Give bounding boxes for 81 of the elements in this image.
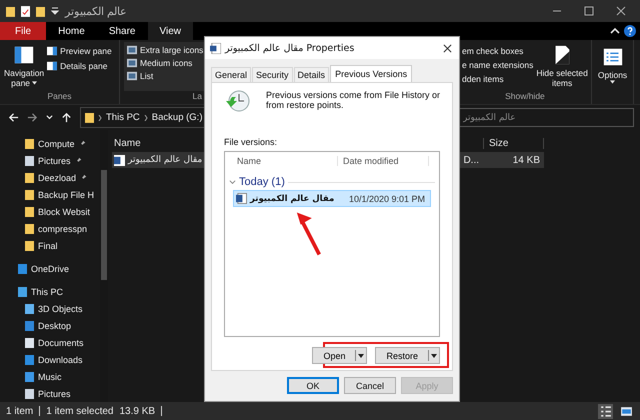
sidebar-item[interactable]: Backup File H: [0, 186, 100, 203]
folder-icon: [25, 138, 34, 148]
recent-dropdown-icon[interactable]: [46, 114, 53, 121]
sidebar-item[interactable]: Final: [0, 237, 100, 254]
close-icon[interactable]: [616, 6, 626, 16]
status-text: 1 item selected: [46, 406, 114, 416]
layout-option[interactable]: List: [127, 71, 206, 81]
column-header[interactable]: Date modified: [338, 156, 429, 166]
pane-button[interactable]: Details pane: [47, 61, 112, 71]
pane-icon: [47, 61, 58, 71]
details-view-icon[interactable]: [598, 404, 613, 418]
hide-selected-button[interactable]: Hide selected items: [536, 42, 588, 91]
dialog-tab[interactable]: Previous Versions: [330, 65, 412, 82]
pane-icon: [47, 46, 58, 56]
group-label: Show/hide: [504, 91, 546, 103]
dropdown-icon[interactable]: [51, 7, 59, 15]
sidebar-item[interactable]: Music: [0, 368, 100, 385]
group-label: Panes: [46, 91, 73, 103]
pane-button[interactable]: Preview pane: [47, 46, 112, 56]
ribbon-tab[interactable]: View: [148, 22, 193, 40]
versions-label: File versions:: [224, 137, 278, 147]
pin-icon: [78, 140, 86, 147]
column-header[interactable]: Name: [112, 138, 141, 148]
dialog-title: مقال عالم الكمبيوتر Properties: [225, 42, 354, 54]
group-label: La: [192, 91, 203, 103]
sidebar-item[interactable]: This PC: [0, 283, 100, 300]
dialog-tab[interactable]: Details: [294, 67, 330, 82]
split-button[interactable]: Open: [312, 347, 368, 364]
show-hide-option[interactable]: em check boxes: [462, 46, 534, 56]
caret-icon: [32, 81, 38, 85]
sidebar-item[interactable]: Pictures: [0, 152, 100, 169]
show-hide-option[interactable]: dden items: [462, 74, 534, 84]
ribbon-tab[interactable]: File: [0, 22, 46, 40]
folder-icon[interactable]: [36, 6, 45, 16]
notepad-icon[interactable]: [21, 6, 30, 16]
folder-icon[interactable]: [6, 6, 15, 16]
column-header[interactable]: Name: [225, 156, 338, 166]
sidebar-item[interactable]: OneDrive: [0, 260, 100, 277]
sidebar-item[interactable]: Downloads: [0, 351, 100, 368]
show-hide-option[interactable]: e name extensions: [462, 60, 534, 70]
group-header[interactable]: Today (1): [239, 176, 285, 188]
sidebar-item[interactable]: compresspn: [0, 220, 100, 237]
back-icon[interactable]: [8, 112, 19, 123]
options-button[interactable]: Options: [598, 44, 628, 84]
chevron-icon[interactable]: [229, 178, 236, 186]
status-text: 13.9 KB: [120, 406, 156, 416]
sidebar-item[interactable]: Pictures: [0, 385, 100, 402]
layout-option[interactable]: Extra large icons: [127, 45, 206, 55]
up-icon[interactable]: [61, 112, 72, 123]
forward-icon[interactable]: [27, 112, 38, 123]
caret-icon: [610, 80, 616, 84]
sidebar-item[interactable]: 3D Objects: [0, 300, 100, 317]
dialog-button[interactable]: OK: [287, 377, 339, 394]
help-icon[interactable]: [624, 25, 636, 37]
status-text: 1 item: [6, 406, 34, 416]
sidebar-item[interactable]: Block Websit: [0, 203, 100, 220]
close-icon[interactable]: [443, 44, 452, 52]
annotation-arrow: [295, 210, 323, 258]
ribbon-tab[interactable]: Home: [46, 22, 97, 40]
sidebar-item[interactable]: Documents: [0, 334, 100, 351]
navigation-pane-icon: [13, 44, 36, 66]
caret-icon: [358, 354, 364, 358]
caret-icon: [431, 354, 437, 358]
navigation-pane-button[interactable]: Navigation pane: [4, 42, 44, 91]
dialog-button[interactable]: Cancel: [344, 377, 396, 394]
split-button[interactable]: Restore: [375, 347, 440, 364]
maximize-icon[interactable]: [584, 6, 594, 16]
checklist-icon: [602, 46, 624, 68]
dialog-tab[interactable]: Security: [252, 67, 293, 82]
info-text: Previous versions come from File History or from restore points.: [266, 89, 442, 112]
dialog-tab[interactable]: General: [211, 67, 252, 82]
sidebar-item[interactable]: Compute: [0, 135, 100, 152]
pin-icon: [74, 157, 82, 164]
layout-option[interactable]: Medium icons: [127, 58, 206, 68]
column-header[interactable]: Size: [483, 138, 544, 148]
sidebar-item[interactable]: Deezload: [0, 169, 100, 186]
pin-icon: [80, 174, 88, 181]
ribbon-tab[interactable]: Share: [96, 22, 148, 40]
window-title: عالم الكمبيوتر: [65, 4, 128, 18]
sidebar-item[interactable]: Desktop: [0, 317, 100, 334]
collapse-icon[interactable]: [610, 26, 620, 36]
